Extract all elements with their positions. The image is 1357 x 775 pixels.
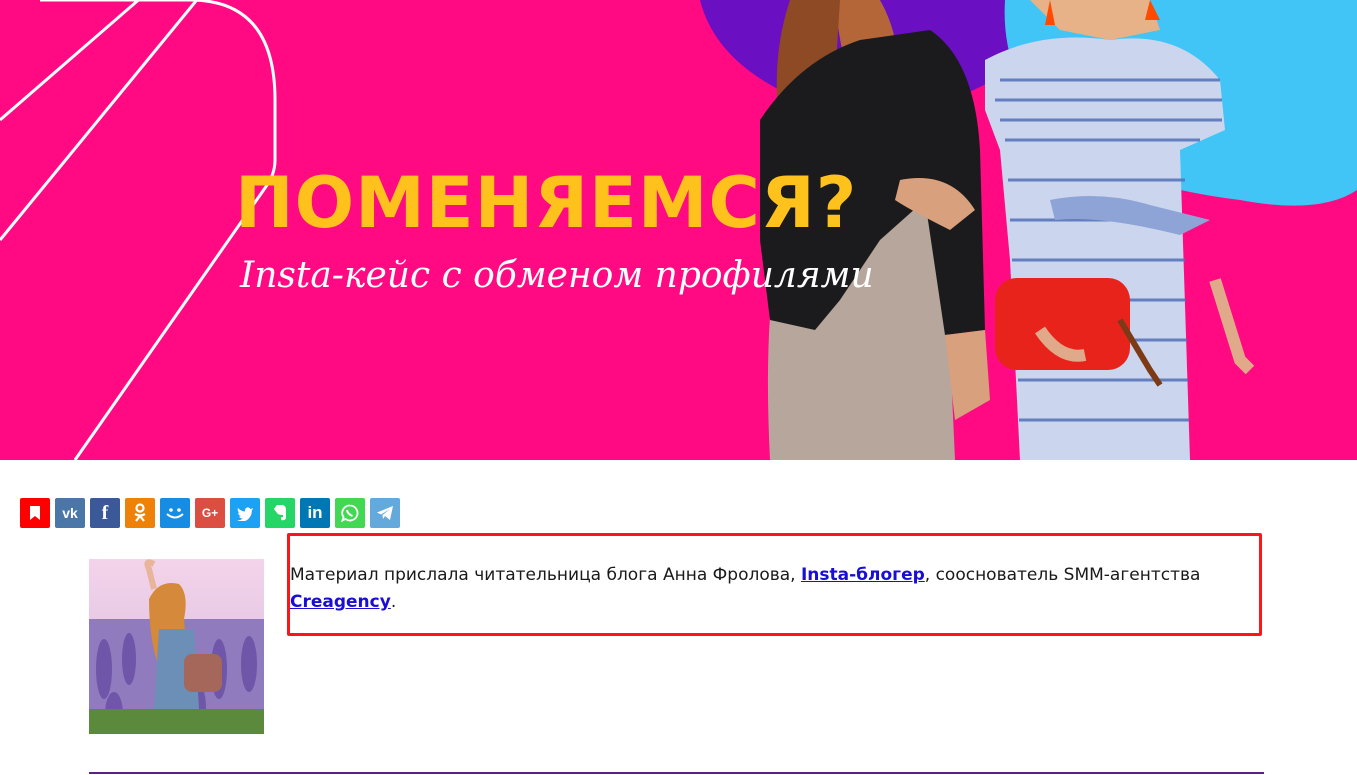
banner-subtitle: Insta-кейс с обменом профилями [240,255,874,296]
share-twitter-button[interactable] [230,498,260,528]
moimir-icon [166,508,184,519]
hero-banner: ПОМЕНЯЕМСЯ? Insta-кейс с обменом профиля… [0,0,1357,460]
share-telegram-button[interactable] [370,498,400,528]
evernote-icon [274,505,286,521]
share-moimir-button[interactable] [160,498,190,528]
google-plus-icon: G+ [201,506,219,520]
vk-icon: vk [62,505,78,521]
share-linkedin-button[interactable]: in [300,498,330,528]
section-divider [89,772,1264,774]
author-photo-image [89,559,264,734]
share-evernote-button[interactable] [265,498,295,528]
author-intro-text: Материал прислала читательница блога Анн… [290,562,1250,616]
share-googleplus-button[interactable]: G+ [195,498,225,528]
creagency-link[interactable]: Creagency [290,592,391,612]
share-facebook-button[interactable]: f [90,498,120,528]
author-photo [89,559,264,734]
intro-text-before: Материал прислала читательница блога Анн… [290,565,801,585]
insta-blogger-link[interactable]: Insta-блогер [801,565,925,585]
intro-text-middle: , сооснователь SMM-агентства [924,565,1201,585]
telegram-icon [377,506,393,520]
facebook-icon: f [101,501,109,524]
linkedin-icon: in [307,503,323,522]
share-whatsapp-button[interactable] [335,498,365,528]
banner-title: ПОМЕНЯЕМСЯ? [235,162,858,244]
odnoklassniki-icon [134,503,146,522]
intro-text-after: . [390,592,397,612]
bookmark-icon [30,506,40,520]
share-bookmark-button[interactable] [20,498,50,528]
whatsapp-icon [341,504,359,522]
share-odnoklassniki-button[interactable] [125,498,155,528]
share-vk-button[interactable]: vk [55,498,85,528]
twitter-icon [237,506,253,521]
social-share-bar: vk f G+ in [20,498,400,528]
